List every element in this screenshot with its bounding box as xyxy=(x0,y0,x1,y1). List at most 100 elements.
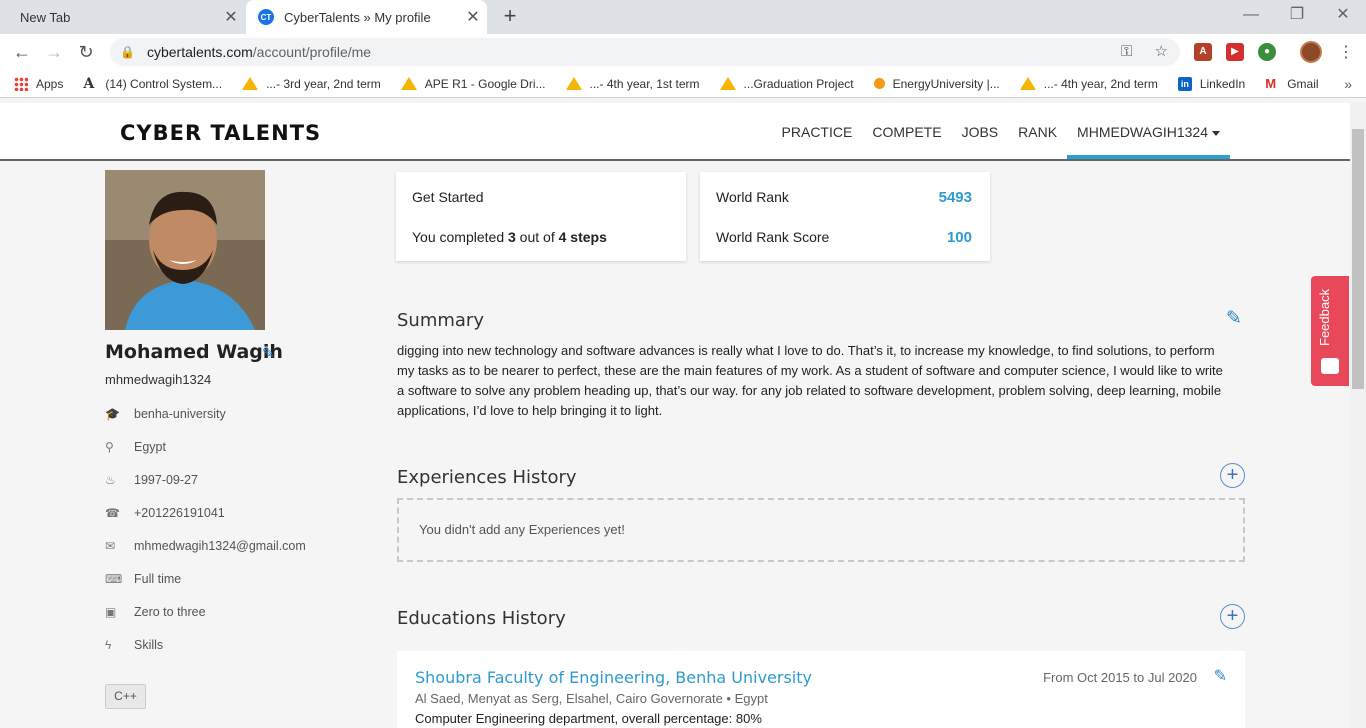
window-close-icon[interactable]: ✕ xyxy=(1320,2,1366,28)
more-bookmarks-icon[interactable]: » xyxy=(1344,76,1352,92)
get-started-card[interactable]: Get Started You completed 3 out of 4 ste… xyxy=(396,172,686,261)
main-nav: PRACTICE COMPETE JOBS RANK MHMEDWAGIH132… xyxy=(772,103,1230,159)
close-icon[interactable]: ✕ xyxy=(459,7,487,27)
tab-title: CyberTalents » My profile xyxy=(284,9,431,25)
back-icon[interactable]: ← xyxy=(10,40,34,64)
bookmark-control-system[interactable]: A (14) Control System... xyxy=(83,77,222,91)
envelope-icon: ✉ xyxy=(105,539,116,553)
world-rank-score-label: World Rank Score xyxy=(716,229,830,245)
more-menu-icon[interactable]: ⋮ xyxy=(1338,42,1354,62)
address-bar[interactable]: 🔒 cybertalents.com/account/profile/me ⚿ … xyxy=(110,38,1180,66)
get-started-title: Get Started xyxy=(412,189,484,205)
bookmark-energy-university[interactable]: EnergyUniversity |... xyxy=(873,77,1000,91)
briefcase-icon: ▣ xyxy=(105,605,117,619)
star-icon[interactable]: ☆ xyxy=(1155,43,1168,60)
phone-icon: ☎ xyxy=(105,506,120,520)
bookmark-4th-year-1st[interactable]: ...- 4th year, 1st term xyxy=(565,77,700,91)
skill-tag[interactable]: C++ xyxy=(105,684,146,709)
bookmark-4th-year-2nd[interactable]: ...- 4th year, 2nd term xyxy=(1019,77,1158,91)
info-birthdate: ♨ 1997-09-27 xyxy=(105,473,198,487)
page-scrollbar[interactable] xyxy=(1350,103,1366,728)
education-item: Shoubra Faculty of Engineering, Benha Un… xyxy=(397,651,1245,728)
tab-new-tab[interactable]: New Tab ✕ xyxy=(0,0,245,34)
browser-toolbar: ← → ↻ 🔒 cybertalents.com/account/profile… xyxy=(0,34,1366,70)
world-rank-score-value: 100 xyxy=(946,229,972,246)
site-logo[interactable]: CYBER TALENTS xyxy=(120,121,321,145)
key-icon[interactable]: ⚿ xyxy=(1121,43,1132,60)
pdf-extension-icon[interactable]: A xyxy=(1194,43,1212,61)
info-skills: ϟ Skills xyxy=(105,638,164,652)
reload-icon[interactable]: ↻ xyxy=(74,40,98,64)
browser-tabstrip: New Tab ✕ CT CyberTalents » My profile ✕… xyxy=(0,0,1366,34)
info-country: ⚲ Egypt xyxy=(105,440,166,454)
font-icon: A xyxy=(83,75,95,92)
world-rank-label: World Rank xyxy=(716,189,789,205)
info-job-type: ⌨ Full time xyxy=(105,572,182,586)
edit-profile-pencil-icon[interactable]: ✎ xyxy=(262,344,275,362)
education-school-link[interactable]: Shoubra Faculty of Engineering, Benha Un… xyxy=(415,668,812,687)
close-icon[interactable]: ✕ xyxy=(217,7,245,27)
bookmark-linkedin[interactable]: in LinkedIn xyxy=(1177,76,1245,91)
feedback-label: Feedback xyxy=(1317,288,1332,346)
forward-icon[interactable]: → xyxy=(42,40,66,64)
caret-down-icon xyxy=(1212,130,1220,136)
experiences-empty-state: You didn't add any Experiences yet! xyxy=(397,498,1245,562)
experiences-title: Experiences History xyxy=(397,467,577,488)
profile-avatar-icon[interactable] xyxy=(1300,41,1322,63)
bookmark-ape-r1[interactable]: APE R1 - Google Dri... xyxy=(400,77,546,91)
nav-jobs[interactable]: JOBS xyxy=(952,103,1009,159)
educations-title: Educations History xyxy=(397,608,566,629)
nav-practice[interactable]: PRACTICE xyxy=(772,103,863,159)
apps-grid-icon xyxy=(14,76,28,91)
profile-username: mhmedwagih1324 xyxy=(105,372,212,387)
url-host: cybertalents.com xyxy=(146,44,253,60)
drive-icon xyxy=(400,77,417,90)
profile-photo xyxy=(105,170,265,330)
minimize-icon[interactable]: — xyxy=(1228,2,1274,28)
summary-title: Summary xyxy=(397,310,484,331)
info-experience: ▣ Zero to three xyxy=(105,605,206,619)
graduation-cap-icon: 🎓 xyxy=(105,407,120,421)
add-experience-plus-icon[interactable]: + xyxy=(1220,463,1245,488)
scrollbar-thumb[interactable] xyxy=(1352,129,1364,389)
education-location: Al Saed, Menyat as Serg, Elsahel, Cairo … xyxy=(415,691,768,706)
nav-user-menu[interactable]: MHMEDWAGIH1324 xyxy=(1067,103,1230,159)
lock-icon: 🔒 xyxy=(120,45,135,59)
bookmark-3rd-year[interactable]: ...- 3rd year, 2nd term xyxy=(242,77,381,91)
nav-username: MHMEDWAGIH1324 xyxy=(1077,124,1208,140)
linkedin-icon: in xyxy=(1177,76,1192,91)
add-education-plus-icon[interactable]: + xyxy=(1220,604,1245,629)
drive-icon xyxy=(1019,77,1036,90)
tab-title: New Tab xyxy=(20,9,71,25)
edit-summary-pencil-icon[interactable]: ✎ xyxy=(1226,307,1242,330)
feedback-button[interactable]: Feedback xyxy=(1311,276,1349,386)
summary-text: digging into new technology and software… xyxy=(397,343,1223,418)
keyboard-icon: ⌨ xyxy=(105,572,123,586)
bookmark-apps[interactable]: Apps xyxy=(14,76,63,91)
drive-icon xyxy=(242,77,259,90)
new-tab-button[interactable]: + xyxy=(497,4,523,30)
energy-icon xyxy=(873,78,885,89)
education-date: From Oct 2015 to Jul 2020 xyxy=(1043,670,1197,685)
bookmark-graduation-project[interactable]: ...Graduation Project xyxy=(719,77,854,91)
globe-extension-icon[interactable]: ● xyxy=(1258,43,1276,61)
map-marker-icon: ⚲ xyxy=(105,440,114,454)
bookmark-gmail[interactable]: M Gmail xyxy=(1265,76,1318,91)
cybertalents-favicon-icon: CT xyxy=(258,9,274,25)
url-path: /account/profile/me xyxy=(252,44,372,60)
profile-name: Mohamed Wagih xyxy=(105,341,283,363)
site-header: CYBER TALENTS PRACTICE COMPETE JOBS RANK… xyxy=(0,103,1350,161)
drive-icon xyxy=(565,77,582,90)
nav-compete[interactable]: COMPETE xyxy=(862,103,951,159)
nav-rank[interactable]: RANK xyxy=(1008,103,1067,159)
rank-card: World Rank 5493 World Rank Score 100 xyxy=(700,172,990,261)
get-started-progress: You completed 3 out of 4 steps xyxy=(412,229,607,245)
video-extension-icon[interactable]: ▶ xyxy=(1226,43,1244,61)
edit-education-pencil-icon[interactable]: ✎ xyxy=(1214,666,1227,686)
feedback-icon xyxy=(1321,358,1339,374)
info-email: ✉ mhmedwagih1324@gmail.com xyxy=(105,539,306,553)
world-rank-value: 5493 xyxy=(938,189,972,206)
info-university: 🎓 benha-university xyxy=(105,407,226,421)
restore-icon[interactable]: ❐ xyxy=(1274,2,1320,28)
tab-cybertalents[interactable]: CT CyberTalents » My profile ✕ xyxy=(246,0,487,34)
